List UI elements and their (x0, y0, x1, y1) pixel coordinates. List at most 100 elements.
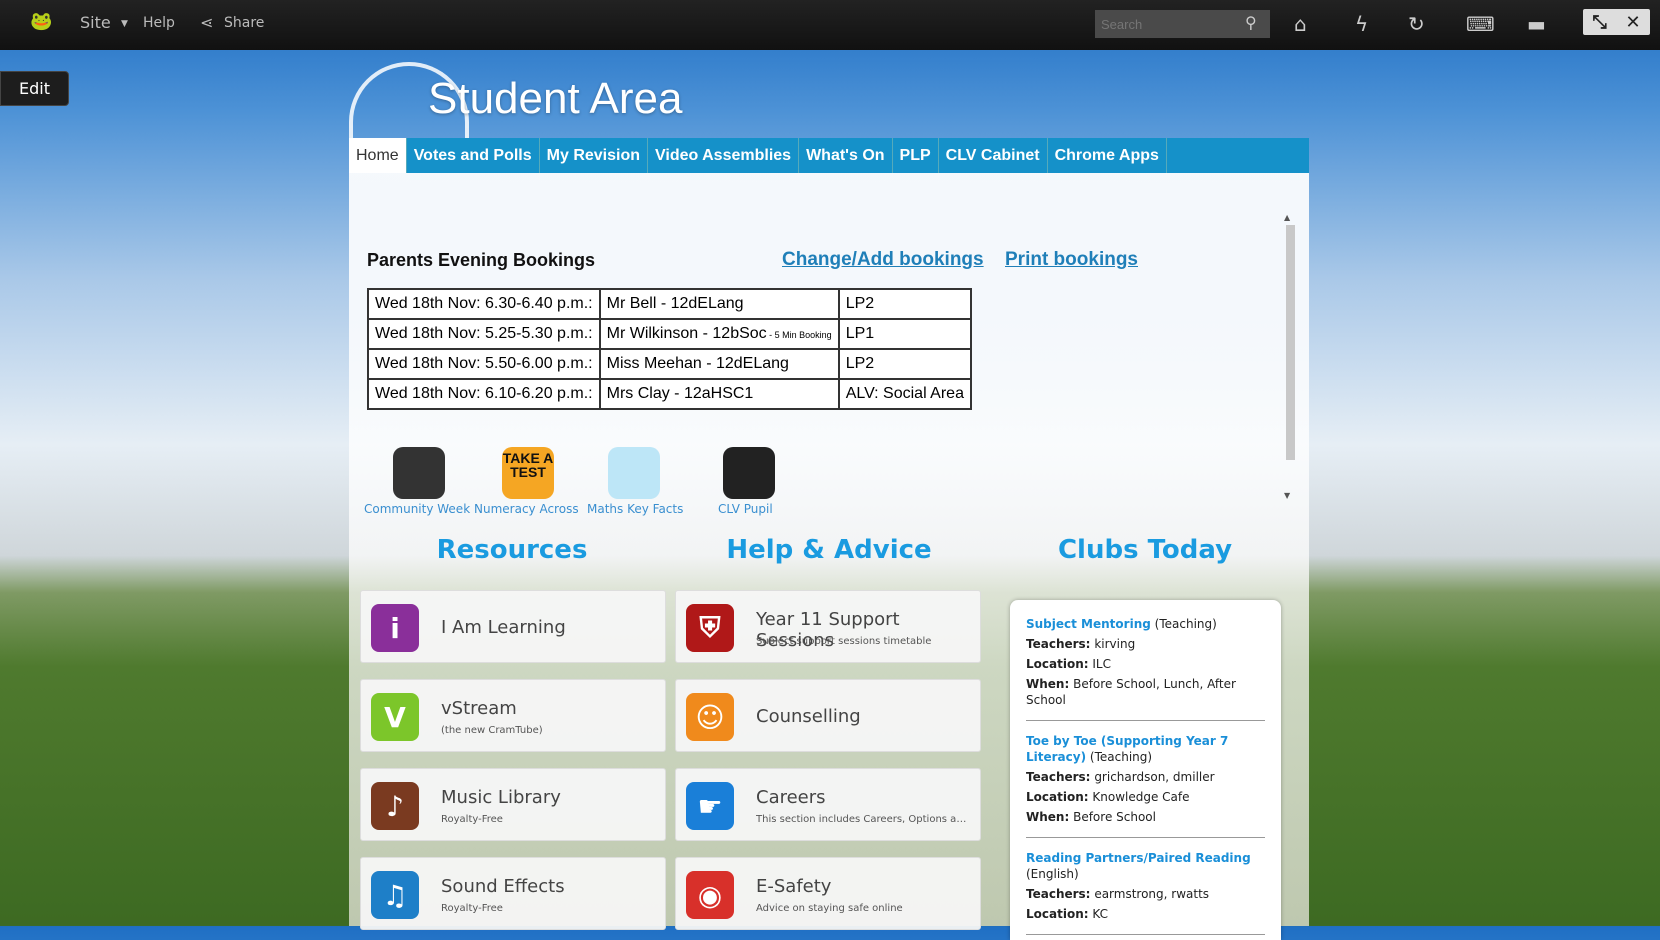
search-input[interactable] (1095, 10, 1270, 38)
keyboard-icon[interactable]: ⌨ (1466, 12, 1495, 36)
club-teachers: Teachers: kirving (1026, 636, 1265, 652)
minimize-icon[interactable]: ⤡ (1592, 12, 1606, 33)
tile-icon: ☺ (686, 693, 734, 741)
field-value: kirving (1094, 637, 1136, 651)
field-value: earmstrong, rwatts (1094, 887, 1210, 901)
teacher-name: Mr Wilkinson - 12bSoc (606, 325, 767, 342)
booking-note: - 5 Min Booking (766, 330, 832, 340)
edit-button[interactable]: Edit (0, 71, 69, 106)
teacher-name: Mr Bell - 12dELang (606, 295, 744, 312)
tile-title: Music Library (441, 787, 561, 808)
booking-time: Wed 18th Nov: 5.50-6.00 p.m.: (367, 348, 601, 380)
field-value: Knowledge Cafe (1092, 790, 1190, 804)
field-label: Location: (1026, 907, 1089, 921)
bookings-frame: Parents Evening Bookings Change/Add book… (349, 205, 1299, 523)
tab-votes-and-polls[interactable]: Votes and Polls (407, 138, 540, 173)
print-bookings-link[interactable]: Print bookings (1005, 249, 1138, 271)
take-a-test-icon[interactable]: TAKE A TEST (502, 447, 554, 499)
clubs-card: Subject Mentoring (Teaching) Teachers: ki… (1010, 600, 1281, 940)
club-when: When: Before School, Lunch, After School (1026, 676, 1265, 708)
tile-title: Sound Effects (441, 876, 565, 897)
booking-room: LP2 (837, 288, 972, 320)
teacher-name: Mrs Clay - 12aHSC1 (606, 385, 754, 402)
share-link[interactable]: Share (224, 15, 264, 31)
tile-counselling[interactable]: ☺ Counselling (675, 679, 981, 752)
page-title: Student Area (428, 74, 683, 123)
club-name-link[interactable]: Reading Partners/Paired Reading (1026, 851, 1251, 865)
community-week-icon[interactable] (393, 447, 445, 499)
clubs-heading: Clubs Today (1057, 535, 1233, 565)
quick-link-label[interactable]: Numeracy Across (474, 502, 579, 516)
tile-music-library[interactable]: ♪ Music Library Royalty-Free (360, 768, 666, 841)
tile-title: vStream (441, 698, 517, 719)
field-label: Location: (1026, 657, 1089, 671)
tile-subtitle: (the new CramTube) (441, 725, 543, 736)
tile-icon: ⛨ (686, 604, 734, 652)
tile-e-safety[interactable]: ◉ E-Safety Advice on staying safe online (675, 857, 981, 930)
clv-pupil-icon[interactable] (723, 447, 775, 499)
help-link[interactable]: Help (143, 15, 175, 31)
club-location: Location: KC (1026, 906, 1265, 922)
scrollbar[interactable]: ▲ ▼ (1284, 213, 1296, 503)
main-nav: Home Votes and Polls My Revision Video A… (349, 138, 1309, 173)
club-item: Toe by Toe (Supporting Year 7 Literacy) … (1026, 733, 1265, 838)
tab-plp[interactable]: PLP (893, 138, 939, 173)
quick-link-label[interactable]: Maths Key Facts (587, 502, 683, 516)
chat-icon[interactable]: ▬ (1527, 12, 1546, 36)
close-icon[interactable]: ✕ (1626, 12, 1641, 33)
club-teachers: Teachers: earmstrong, rwatts (1026, 886, 1265, 902)
change-bookings-link[interactable]: Change/Add bookings (782, 249, 984, 271)
logo-icon[interactable]: 🐸 (30, 11, 52, 32)
tab-chrome-apps[interactable]: Chrome Apps (1048, 138, 1167, 173)
tile-vstream[interactable]: V vStream (the new CramTube) (360, 679, 666, 752)
booking-row: Wed 18th Nov: 6.30-6.40 p.m.: Mr Bell - … (367, 288, 972, 320)
booking-time: Wed 18th Nov: 6.30-6.40 p.m.: (367, 288, 601, 320)
tab-whats-on[interactable]: What's On (799, 138, 893, 173)
club-when: When: Before School (1026, 809, 1265, 825)
field-value: grichardson, dmiller (1094, 770, 1215, 784)
search-icon[interactable]: ⚲ (1245, 13, 1257, 32)
booking-row: Wed 18th Nov: 6.10-6.20 p.m.: Mrs Clay -… (367, 378, 972, 410)
home-icon[interactable]: ⌂ (1294, 12, 1307, 36)
scroll-down-icon[interactable]: ▼ (1284, 491, 1290, 500)
tile-subtitle: This section includes Careers, Options a… (756, 814, 971, 825)
quick-link-label[interactable]: CLV Pupil (718, 502, 773, 516)
tile-subtitle: Advice on staying safe online (756, 903, 903, 914)
booking-time: Wed 18th Nov: 6.10-6.20 p.m.: (367, 378, 601, 410)
booking-teacher: Mrs Clay - 12aHSC1 (598, 378, 840, 410)
bookings-heading: Parents Evening Bookings (367, 250, 596, 270)
tab-video-assemblies[interactable]: Video Assemblies (648, 138, 800, 173)
tab-my-revision[interactable]: My Revision (540, 138, 648, 173)
club-dept: (Teaching) (1154, 617, 1217, 631)
tile-icon: ♫ (371, 871, 419, 919)
club-dept: (English) (1026, 867, 1079, 881)
site-menu[interactable]: Site (80, 13, 111, 32)
quick-link-label[interactable]: Community Week (364, 502, 470, 516)
club-name-link[interactable]: Subject Mentoring (1026, 617, 1151, 631)
tile-title: E-Safety (756, 876, 832, 897)
club-item: Subject Mentoring (Teaching) Teachers: ki… (1026, 616, 1265, 721)
maths-key-facts-icon[interactable] (608, 447, 660, 499)
tile-i-am-learning[interactable]: i I Am Learning (360, 590, 666, 663)
field-label: Teachers: (1026, 887, 1091, 901)
resources-heading: Resources (436, 535, 588, 565)
field-value: Before School (1073, 810, 1156, 824)
scrollbar-thumb[interactable] (1286, 225, 1295, 460)
sync-icon[interactable]: ↻ (1408, 12, 1425, 36)
tile-careers[interactable]: ☛ Careers This section includes Careers,… (675, 768, 981, 841)
share-icon[interactable]: ⋖ (200, 13, 213, 32)
club-dept: (Teaching) (1089, 750, 1153, 764)
booking-teacher: Miss Meehan - 12dELang (598, 348, 840, 380)
lightning-icon[interactable]: ϟ (1355, 12, 1368, 36)
tab-home[interactable]: Home (349, 138, 407, 173)
booking-time: Wed 18th Nov: 5.25-5.30 p.m.: (367, 318, 601, 350)
tile-sound-effects[interactable]: ♫ Sound Effects Royalty-Free (360, 857, 666, 930)
chevron-down-icon[interactable]: ▼ (121, 19, 128, 29)
tab-clv-cabinet[interactable]: CLV Cabinet (939, 138, 1048, 173)
field-label: Teachers: (1026, 637, 1091, 651)
tile-year-11-support-sessions[interactable]: ⛨ Year 11 Support Sessions Subject suppo… (675, 590, 981, 663)
scroll-up-icon[interactable]: ▲ (1284, 213, 1296, 222)
club-teachers: Teachers: grichardson, dmiller (1026, 769, 1265, 785)
booking-room: LP1 (837, 318, 972, 350)
booking-teacher: Mr Wilkinson - 12bSoc - 5 Min Booking (598, 318, 840, 350)
